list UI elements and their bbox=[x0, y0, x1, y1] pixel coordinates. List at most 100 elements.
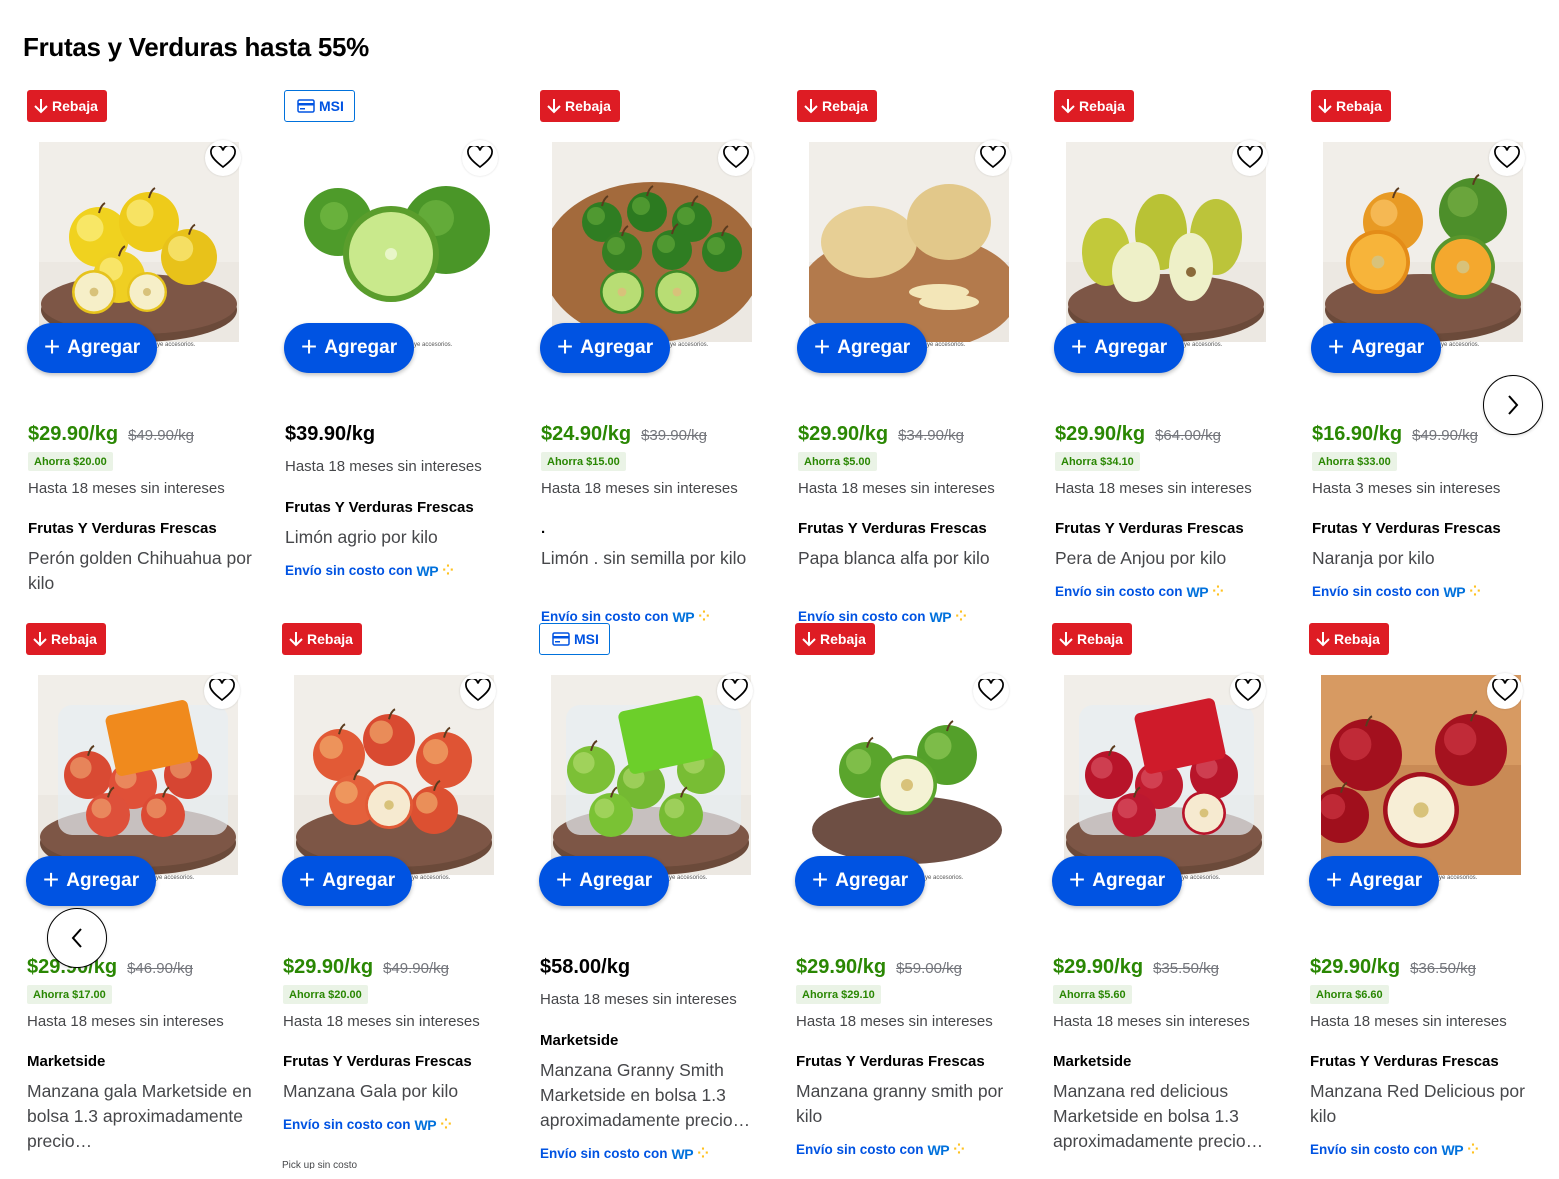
favorite-button[interactable] bbox=[975, 140, 1011, 176]
add-to-cart-button[interactable]: + Agregar bbox=[1309, 856, 1439, 906]
product-row-2: Rebajaye accesorios.+Agregar$29.90/kg$46… bbox=[0, 623, 1559, 1179]
down-arrow-icon bbox=[33, 632, 47, 647]
favorite-button[interactable] bbox=[1232, 140, 1268, 176]
product-image[interactable] bbox=[38, 675, 238, 875]
previous-price: $64.00/kg bbox=[1155, 427, 1221, 444]
favorite-button[interactable] bbox=[1489, 140, 1525, 176]
product-card[interactable]: Rebaja ye accesorios. + Agregar $16.90/kg $49… bbox=[1311, 90, 1551, 635]
image-caption: ye accesorios. bbox=[669, 875, 708, 881]
product-image[interactable] bbox=[809, 142, 1009, 342]
product-name[interactable]: Naranja por kilo bbox=[1312, 546, 1544, 571]
installments-text: Hasta 18 meses sin intereses bbox=[796, 1013, 993, 1030]
product-image[interactable] bbox=[551, 675, 751, 875]
add-to-cart-button[interactable]: + Agregar bbox=[26, 856, 156, 906]
product-card[interactable]: Rebaja ye accesorios. + Agregar $24.90/kg $39… bbox=[540, 90, 780, 635]
carousel-next-button[interactable] bbox=[1483, 375, 1543, 435]
installments-text: Hasta 18 meses sin intereses bbox=[1053, 1013, 1250, 1030]
add-button-label: Agregar bbox=[579, 870, 653, 891]
favorite-button[interactable] bbox=[973, 673, 1009, 709]
add-to-cart-button[interactable]: + Agregar bbox=[282, 856, 412, 906]
product-name[interactable]: Limón . sin semilla por kilo bbox=[541, 546, 773, 571]
add-to-cart-button[interactable]: + Agregar bbox=[1052, 856, 1182, 906]
product-card[interactable]: Rebaja ye accesorios. + Agregar $29.90/kg $36… bbox=[1309, 623, 1549, 1168]
price-line: $29.90/kg $59.00/kg bbox=[796, 956, 962, 979]
product-image[interactable] bbox=[807, 675, 1007, 875]
product-image[interactable] bbox=[552, 142, 752, 342]
product-image[interactable] bbox=[296, 142, 496, 342]
down-arrow-icon bbox=[289, 632, 303, 647]
installments-text: Hasta 18 meses sin intereses bbox=[27, 1013, 224, 1030]
wplus-logo: WP bbox=[1186, 583, 1209, 600]
current-price: $29.90/kg bbox=[1055, 423, 1146, 445]
price-line: $29.90/kg $49.90/kg bbox=[28, 423, 194, 446]
product-name[interactable]: Perón golden Chihuahua por kilo bbox=[28, 546, 260, 596]
product-name[interactable]: Manzana gala Marketside en bolsa 1.3 apr… bbox=[27, 1079, 259, 1154]
product-image[interactable] bbox=[1323, 142, 1523, 342]
product-name[interactable]: Pera de Anjou por kilo bbox=[1055, 546, 1287, 571]
image-caption: ye accesorios. bbox=[927, 342, 966, 348]
current-price: $29.90/kg bbox=[283, 956, 374, 978]
product-name[interactable]: Papa blanca alfa por kilo bbox=[798, 546, 1030, 571]
product-card[interactable]: Rebaja ye accesorios. + Agregar $29.90/kg$46… bbox=[26, 623, 266, 1168]
image-caption: ye accesorios. bbox=[412, 875, 451, 881]
credit-card-icon bbox=[297, 99, 315, 113]
product-image[interactable] bbox=[39, 142, 239, 342]
down-arrow-icon bbox=[1316, 632, 1330, 647]
product-card[interactable]: Rebaja ye accesorios. + Agregar $29.90/kg $49… bbox=[27, 90, 267, 635]
installments-text: Hasta 18 meses sin intereses bbox=[541, 480, 738, 497]
favorite-button[interactable] bbox=[718, 140, 754, 176]
spark-icon: ⁘ bbox=[1467, 1141, 1479, 1157]
plus-icon: + bbox=[42, 863, 60, 895]
favorite-button[interactable] bbox=[717, 673, 753, 709]
rebaja-flag: Rebaja bbox=[282, 623, 362, 655]
product-name[interactable]: Limón agrio por kilo bbox=[285, 525, 517, 550]
brand-name: Frutas Y Verduras Frescas bbox=[796, 1053, 985, 1070]
product-card[interactable]: Rebaja ye accesorios. + Agregar $29.90/kg $34… bbox=[797, 90, 1037, 635]
add-to-cart-button[interactable]: + Agregar bbox=[1054, 323, 1184, 373]
product-image[interactable] bbox=[1321, 675, 1521, 875]
flag-label: Rebaja bbox=[1336, 98, 1382, 114]
add-to-cart-button[interactable]: + Agregar bbox=[539, 856, 669, 906]
product-card[interactable]: MSI ye accesorios. + Agregar $58.00/kg Hasta … bbox=[539, 623, 779, 1168]
product-card[interactable]: Rebaja ye accesorios. + Agregar $29.90/kg $35… bbox=[1052, 623, 1292, 1168]
installments-text: Hasta 18 meses sin intereses bbox=[283, 1013, 480, 1030]
down-arrow-icon bbox=[1061, 99, 1075, 114]
favorite-button[interactable] bbox=[1230, 673, 1266, 709]
product-name[interactable]: Manzana red delicious Marketside en bols… bbox=[1053, 1079, 1285, 1154]
savings-badge: Ahorra $5.60 bbox=[1053, 985, 1132, 1004]
add-button-label: Agregar bbox=[1351, 337, 1425, 358]
current-price: $29.90/kg bbox=[798, 423, 889, 445]
down-arrow-icon bbox=[547, 99, 561, 114]
favorite-button[interactable] bbox=[205, 140, 241, 176]
carousel-prev-button[interactable] bbox=[47, 908, 107, 968]
add-to-cart-button[interactable]: + Agregar bbox=[27, 323, 157, 373]
heart-icon bbox=[722, 679, 748, 702]
add-button-label: Agregar bbox=[66, 870, 140, 891]
product-name[interactable]: Manzana Red Delicious por kilo bbox=[1310, 1079, 1542, 1129]
favorite-button[interactable] bbox=[204, 673, 240, 709]
add-to-cart-button[interactable]: + Agregar bbox=[797, 323, 927, 373]
product-image[interactable] bbox=[1064, 675, 1264, 875]
down-arrow-icon bbox=[1059, 632, 1073, 647]
favorite-button[interactable] bbox=[1487, 673, 1523, 709]
add-to-cart-button[interactable]: + Agregar bbox=[284, 323, 414, 373]
product-card[interactable]: MSI ye accesorios. + Agregar $39.90/kg Hasta … bbox=[284, 90, 524, 635]
favorite-button[interactable] bbox=[462, 140, 498, 176]
product-name[interactable]: Manzana Gala por kilo bbox=[283, 1079, 515, 1104]
brand-name: Frutas Y Verduras Frescas bbox=[285, 499, 474, 516]
favorite-button[interactable] bbox=[460, 673, 496, 709]
product-image[interactable] bbox=[1066, 142, 1266, 342]
add-to-cart-button[interactable]: + Agregar bbox=[1311, 323, 1441, 373]
add-to-cart-button[interactable]: + Agregar bbox=[795, 856, 925, 906]
add-to-cart-button[interactable]: + Agregar bbox=[540, 323, 670, 373]
flag-label: Rebaja bbox=[52, 98, 98, 114]
heart-icon bbox=[1235, 679, 1261, 702]
product-card[interactable]: Rebaja ye accesorios. + Agregar $29.90/kg $59… bbox=[795, 623, 1035, 1168]
product-card[interactable]: Rebaja ye accesorios. + Agregar $29.90/kg $64… bbox=[1054, 90, 1294, 635]
product-card[interactable]: Rebaja ye accesorios. + Agregar $29.90/kg $49… bbox=[282, 623, 522, 1168]
savings-badge: Ahorra $6.60 bbox=[1310, 985, 1389, 1004]
product-name[interactable]: Manzana Granny Smith Marketside en bolsa… bbox=[540, 1058, 772, 1133]
page-title: Frutas y Verduras hasta 55% bbox=[23, 32, 369, 62]
product-name[interactable]: Manzana granny smith por kilo bbox=[796, 1079, 1028, 1129]
product-image[interactable] bbox=[294, 675, 494, 875]
